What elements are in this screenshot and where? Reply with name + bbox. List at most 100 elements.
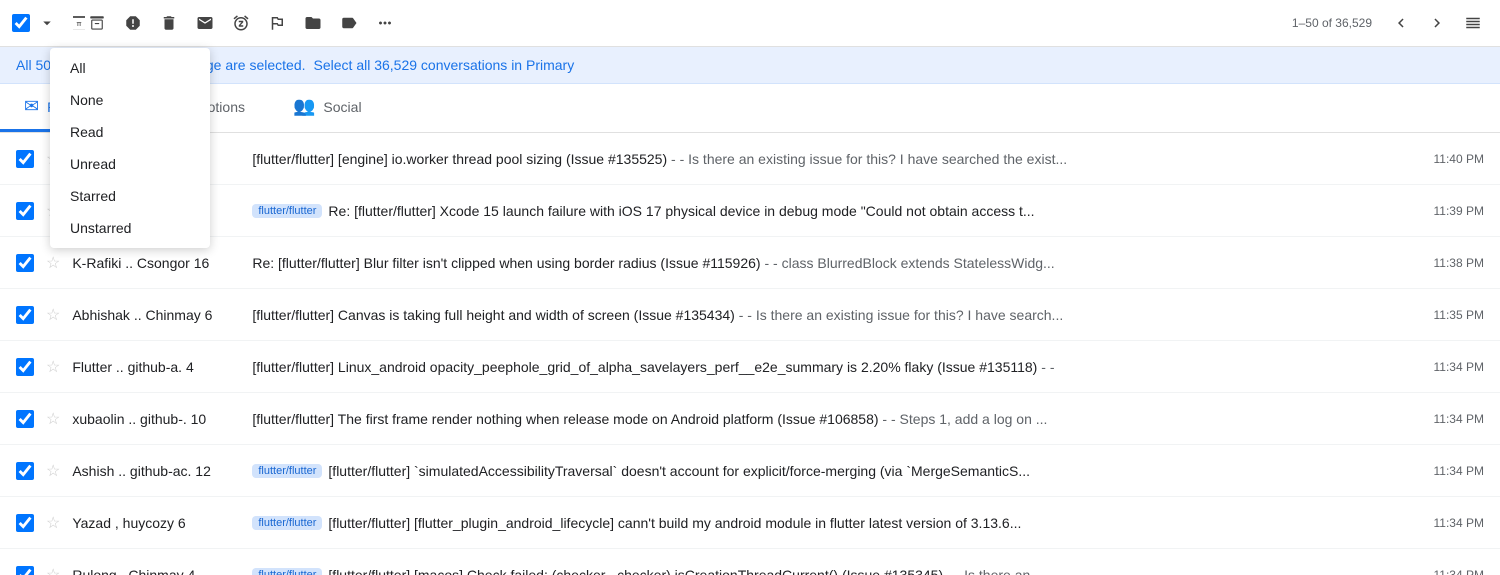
email-subject: [flutter/flutter] The first frame render… <box>252 411 1047 427</box>
dropdown-item-starred[interactable]: Starred <box>50 180 210 212</box>
archive-icon <box>70 14 88 32</box>
tabs-bar: ✉ Primary 🏷 Promotions 👥 Social <box>0 84 1500 133</box>
email-row[interactable]: ☆ Flutter .. github-a. 4 [flutter/flutte… <box>0 341 1500 393</box>
email-checkbox[interactable] <box>16 150 34 168</box>
select-all-checkbox[interactable] <box>12 14 30 32</box>
dropdown-item-unstarred[interactable]: Unstarred <box>50 212 210 244</box>
email-timestamp: 11:34 PM <box>1434 412 1484 426</box>
email-subject: [flutter/flutter] Linux_android opacity_… <box>252 359 1054 375</box>
email-sender: Rulong , Chinmay 4 <box>72 567 252 575</box>
newer-button[interactable] <box>1386 8 1416 38</box>
dropdown-item-all[interactable]: All <box>50 52 210 84</box>
chevron-left-icon <box>1392 14 1410 32</box>
email-subject: [flutter/flutter] `simulatedAccessibilit… <box>328 463 1030 479</box>
email-checkbox[interactable] <box>16 358 34 376</box>
select-dropdown-button[interactable] <box>36 10 58 36</box>
email-timestamp: 11:38 PM <box>1434 256 1484 270</box>
inbox-icon: ✉ <box>24 96 39 117</box>
email-sender: Yazad , huycozy 6 <box>72 515 252 531</box>
snooze-button[interactable] <box>226 8 256 38</box>
email-timestamp: 11:34 PM <box>1434 464 1484 478</box>
archive-button[interactable] <box>64 8 112 38</box>
email-checkbox[interactable] <box>16 410 34 428</box>
star-icon[interactable]: ☆ <box>46 409 60 429</box>
email-timestamp: 11:35 PM <box>1434 308 1484 322</box>
dropdown-item-none[interactable]: None <box>50 84 210 116</box>
tab-social-label: Social <box>323 99 361 115</box>
email-timestamp: 11:40 PM <box>1434 152 1484 166</box>
email-row[interactable]: ☆ flutter .. github-sia 12 flutter/flutt… <box>0 185 1500 237</box>
email-subject: [flutter/flutter] Canvas is taking full … <box>252 307 1063 323</box>
email-row[interactable]: ☆ Yazad , huycozy 6 flutter/flutter [flu… <box>0 497 1500 549</box>
dropdown-item-read[interactable]: Read <box>50 116 210 148</box>
email-timestamp: 11:34 PM <box>1434 568 1484 575</box>
chevron-down-icon <box>38 14 56 32</box>
social-icon: 👥 <box>293 96 315 117</box>
move-to-button[interactable] <box>298 8 328 38</box>
star-icon[interactable]: ☆ <box>46 513 60 533</box>
email-tag: flutter/flutter <box>252 204 322 218</box>
toolbar: 1–50 of 36,529 All None Read Unread Star… <box>0 0 1500 47</box>
email-list: ☆ flutter .. github-a. [flutter/flutter]… <box>0 133 1500 575</box>
delete-button[interactable] <box>154 8 184 38</box>
star-icon[interactable]: ☆ <box>46 357 60 377</box>
dropdown-item-unread[interactable]: Unread <box>50 148 210 180</box>
email-timestamp: 11:34 PM <box>1434 516 1484 530</box>
email-timestamp: 11:34 PM <box>1434 360 1484 374</box>
email-subject: [flutter/flutter] [flutter_plugin_androi… <box>328 515 1021 531</box>
email-subject-area: flutter/flutter [flutter/flutter] `simul… <box>252 463 1421 479</box>
email-row[interactable]: ☆ Abhishak .. Chinmay 6 [flutter/flutter… <box>0 289 1500 341</box>
labels-button[interactable] <box>334 8 364 38</box>
report-spam-button[interactable] <box>118 8 148 38</box>
mark-read-icon <box>196 14 214 32</box>
email-subject-area: flutter/flutter [flutter/flutter] [flutt… <box>252 515 1421 531</box>
email-row[interactable]: ☆ Ashish .. github-ac. 12 flutter/flutte… <box>0 445 1500 497</box>
add-tasks-icon <box>268 14 286 32</box>
email-subject-area: [flutter/flutter] [engine] io.worker thr… <box>252 151 1421 167</box>
add-tasks-button[interactable] <box>262 8 292 38</box>
email-sender: Ashish .. github-ac. 12 <box>72 463 252 479</box>
snooze-icon <box>232 14 250 32</box>
email-checkbox[interactable] <box>16 306 34 324</box>
archive-icon <box>88 14 106 32</box>
tab-social[interactable]: 👥 Social <box>269 84 386 132</box>
email-subject-area: flutter/flutter [flutter/flutter] [macos… <box>252 567 1421 575</box>
labels-icon <box>340 14 358 32</box>
email-checkbox[interactable] <box>16 566 34 575</box>
email-row[interactable]: ☆ flutter .. github-a. [flutter/flutter]… <box>0 133 1500 185</box>
email-checkbox[interactable] <box>16 462 34 480</box>
more-options-icon <box>376 14 394 32</box>
star-icon[interactable]: ☆ <box>46 565 60 575</box>
star-icon[interactable]: ☆ <box>46 461 60 481</box>
select-dropdown-menu: All None Read Unread Starred Unstarred <box>50 48 210 248</box>
email-checkbox[interactable] <box>16 514 34 532</box>
email-tag: flutter/flutter <box>252 516 322 530</box>
mark-read-button[interactable] <box>190 8 220 38</box>
email-checkbox[interactable] <box>16 202 34 220</box>
email-subject-area: flutter/flutter Re: [flutter/flutter] Xc… <box>252 203 1421 219</box>
display-density-icon <box>1464 14 1482 32</box>
email-checkbox[interactable] <box>16 254 34 272</box>
email-subject: [flutter/flutter] [macos] Check failed: … <box>328 567 1042 575</box>
more-options-button[interactable] <box>370 8 400 38</box>
delete-icon <box>160 14 178 32</box>
star-icon[interactable]: ☆ <box>46 253 60 273</box>
email-subject: [flutter/flutter] [engine] io.worker thr… <box>252 151 1067 167</box>
move-icon <box>304 14 322 32</box>
email-row[interactable]: ☆ xubaolin .. github-. 10 [flutter/flutt… <box>0 393 1500 445</box>
email-sender: Abhishak .. Chinmay 6 <box>72 307 252 323</box>
email-tag: flutter/flutter <box>252 568 322 575</box>
app-container: 1–50 of 36,529 All None Read Unread Star… <box>0 0 1500 575</box>
older-button[interactable] <box>1422 8 1452 38</box>
star-icon[interactable]: ☆ <box>46 305 60 325</box>
email-row[interactable]: ☆ Rulong , Chinmay 4 flutter/flutter [fl… <box>0 549 1500 575</box>
display-density-button[interactable] <box>1458 8 1488 38</box>
email-subject: Re: [flutter/flutter] Xcode 15 launch fa… <box>328 203 1034 219</box>
email-sender: K-Rafiki .. Csongor 16 <box>72 255 252 271</box>
email-row[interactable]: ☆ K-Rafiki .. Csongor 16 Re: [flutter/fl… <box>0 237 1500 289</box>
email-subject: Re: [flutter/flutter] Blur filter isn't … <box>252 255 1054 271</box>
select-all-conversations-link[interactable]: Select all 36,529 conversations in Prima… <box>314 57 575 73</box>
email-tag: flutter/flutter <box>252 464 322 478</box>
email-sender: Flutter .. github-a. 4 <box>72 359 252 375</box>
email-subject-area: [flutter/flutter] Canvas is taking full … <box>252 307 1421 323</box>
